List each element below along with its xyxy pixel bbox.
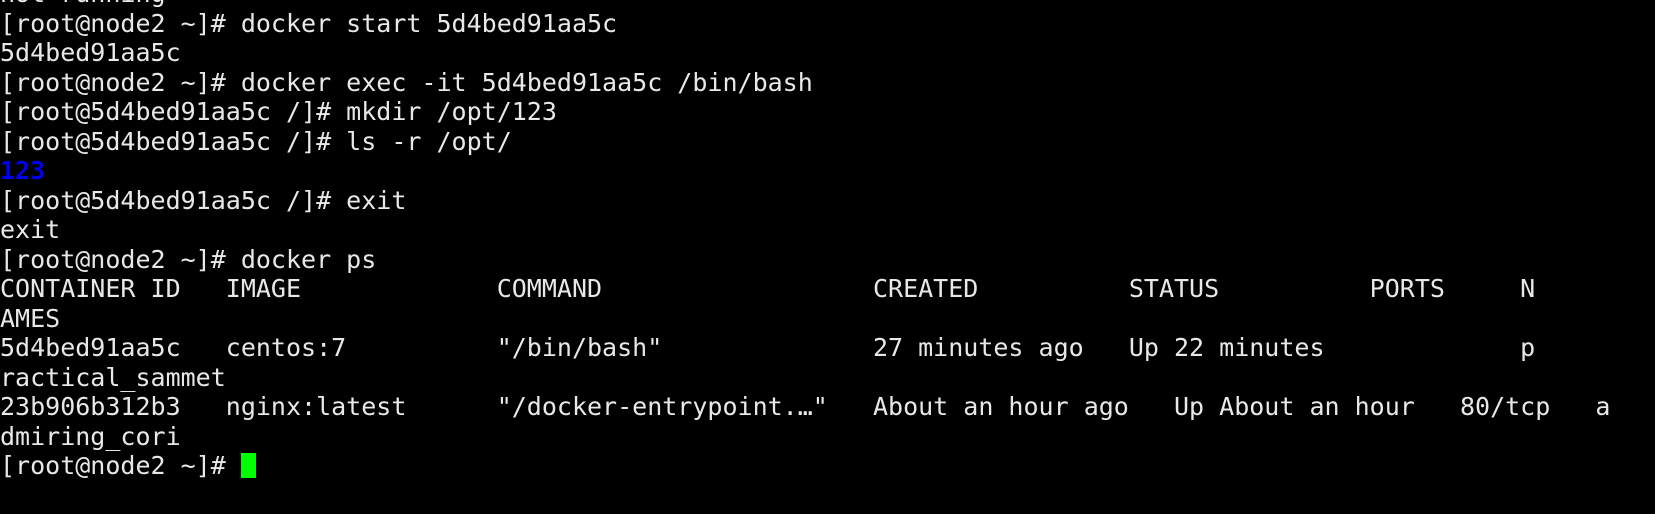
terminal-screen[interactable]: not running [root@node2 ~]# docker start… [0, 0, 1655, 481]
terminal-line-prompt-mkdir: [root@5d4bed91aa5c /]# mkdir /opt/123 [0, 97, 557, 126]
terminal-line-ls-output: 123 [0, 156, 1655, 186]
terminal-line-clipped-not-running: not running [0, 0, 1655, 9]
terminal-line-prompt-docker-ps: [root@node2 ~]# docker ps [0, 244, 377, 274]
terminal-line-start-output: 5d4bed91aa5c [0, 38, 181, 67]
terminal-line-ps-row-2-wrap: dmiring_cori [0, 421, 181, 451]
terminal-line-prompt-exit: [root@5d4bed91aa5c /]# exit [0, 185, 407, 215]
terminal-line-prompt-docker-exec: [root@node2 ~]# docker exec -it 5d4bed91… [0, 67, 813, 97]
terminal-line-ps-row-2: 23b906b312b3 nginx:latest "/docker-entry… [0, 392, 1611, 421]
terminal-line-ps-header-wrap: AMES [0, 303, 61, 333]
text-cursor[interactable] [240, 453, 257, 478]
terminal-window[interactable]: not running [root@node2 ~]# docker start… [0, 0, 1655, 514]
terminal-line-ps-row-1-wrap: ractical_sammet [0, 362, 226, 392]
final-prompt-text: [root@node2 ~]# [0, 451, 241, 480]
terminal-line-exit-output: exit [0, 215, 61, 244]
terminal-line-prompt-ls: [root@5d4bed91aa5c /]# ls -r /opt/ [0, 126, 512, 156]
terminal-line-prompt-docker-start: [root@node2 ~]# docker start 5d4bed91aa5… [0, 8, 618, 38]
terminal-line-ps-row-1: 5d4bed91aa5c centos:7 "/bin/bash" 27 min… [0, 333, 1536, 362]
terminal-line-final-prompt: [root@node2 ~]# [0, 451, 1655, 481]
ls-directory-entry-123: 123 [0, 156, 46, 185]
terminal-line-ps-header: CONTAINER ID IMAGE COMMAND CREATED STATU… [0, 274, 1536, 303]
